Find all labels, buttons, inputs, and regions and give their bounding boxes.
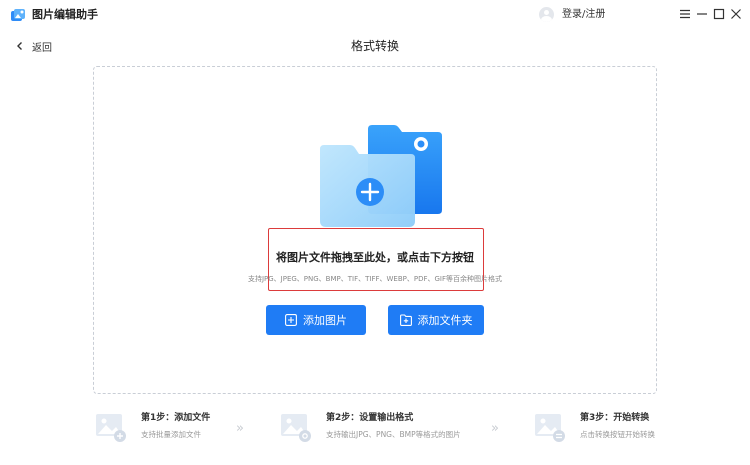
image-convert-icon (535, 414, 565, 442)
step-3: 第3步：开始转换 点击转换按钮开始转换 (533, 410, 693, 446)
title-bar: 图片编辑助手 登录/注册 (0, 0, 750, 30)
login-register-link[interactable]: 登录/注册 (562, 8, 605, 22)
step-2-title: 第2步：设置输出格式 (326, 413, 414, 423)
step-3-desc: 点击转换按钮开始转换 (580, 430, 655, 439)
step-2-desc: 支持输出JPG、PNG、BMP等格式的图片 (326, 430, 461, 439)
image-add-icon (96, 414, 126, 442)
minimize-icon[interactable] (694, 6, 710, 22)
page-title: 格式转换 (350, 39, 399, 53)
steps-bar: 第1步：添加文件 支持批量添加文件 » 第2步：设置输出格式 支持输出JPG、P… (0, 404, 750, 454)
close-icon[interactable] (728, 6, 744, 22)
step-1-title: 第1步：添加文件 (141, 413, 211, 423)
step-arrow-icon: » (236, 421, 244, 436)
user-avatar-icon[interactable] (539, 7, 554, 22)
plus-square-icon (285, 314, 297, 326)
add-folder-label: 添加文件夹 (417, 314, 473, 327)
drop-instruction-text: 将图片文件拖拽至此处，或点击下方按钮 (276, 251, 474, 264)
image-settings-icon (281, 414, 311, 442)
add-image-button[interactable]: 添加图片 (266, 305, 366, 335)
app-title: 图片编辑助手 (32, 8, 98, 21)
step-1-desc: 支持批量添加文件 (141, 430, 201, 439)
app-logo-icon (11, 9, 25, 21)
add-folder-button[interactable]: 添加文件夹 (388, 305, 484, 335)
maximize-icon[interactable] (711, 6, 727, 22)
menu-icon[interactable] (677, 6, 693, 22)
step-3-title: 第3步：开始转换 (580, 413, 650, 423)
file-drop-zone[interactable]: 将图片文件拖拽至此处，或点击下方按钮 支持JPG、JPEG、PNG、BMP、TI… (93, 66, 657, 394)
step-2: 第2步：设置输出格式 支持输出JPG、PNG、BMP等格式的图片 (279, 410, 469, 446)
folder-add-illustration-icon (320, 125, 442, 227)
add-image-label: 添加图片 (303, 314, 347, 327)
supported-formats-text: 支持JPG、JPEG、PNG、BMP、TIF、TIFF、WEBP、PDF、GIF… (247, 275, 503, 283)
step-1: 第1步：添加文件 支持批量添加文件 (94, 410, 244, 446)
folder-plus-icon (399, 314, 412, 326)
step-arrow-icon: » (491, 421, 499, 436)
